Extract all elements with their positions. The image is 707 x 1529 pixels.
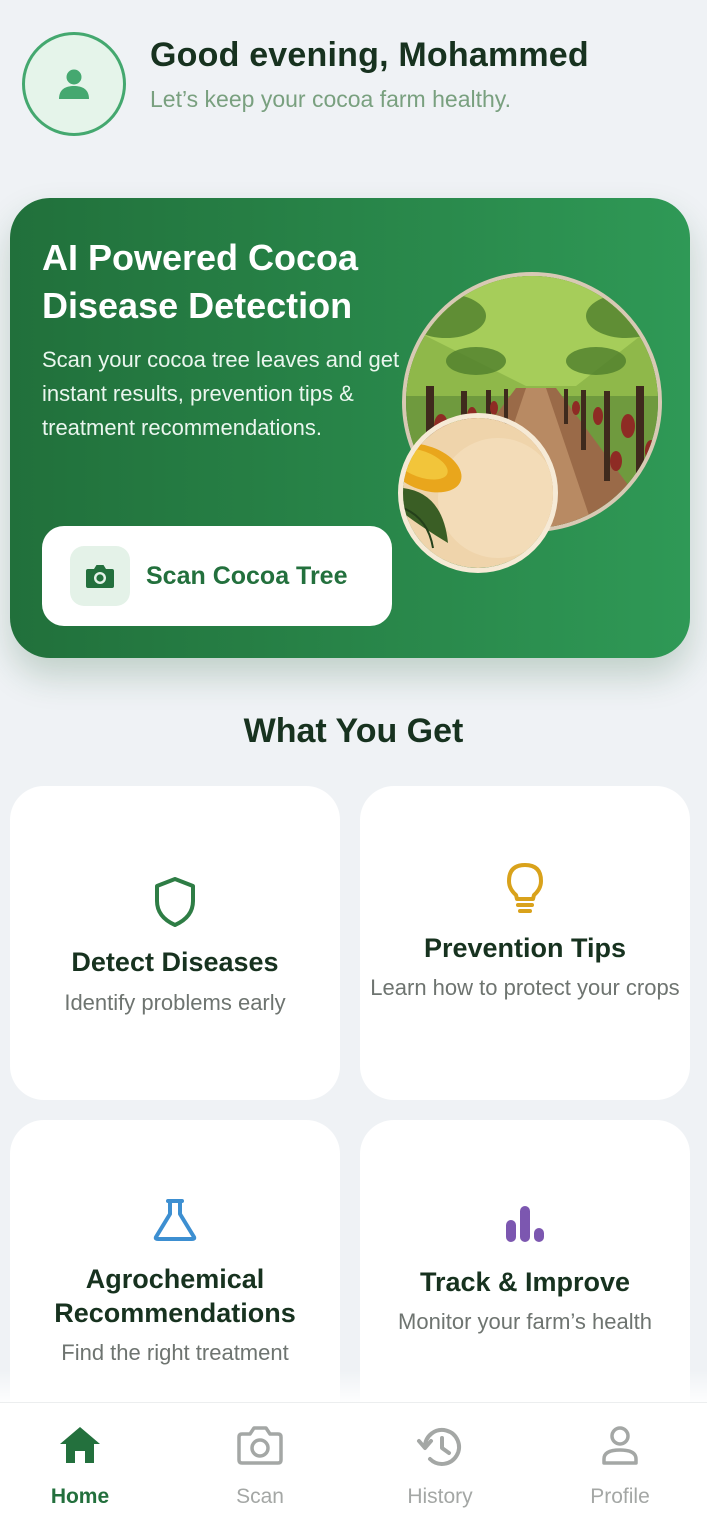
hero-title-line-1: AI Powered Cocoa bbox=[42, 237, 359, 278]
nav-item-scan[interactable]: Scan bbox=[172, 1403, 348, 1529]
scan-cocoa-tree-button[interactable]: Scan Cocoa Tree bbox=[42, 526, 392, 626]
user-icon bbox=[59, 69, 89, 99]
card-description: Find the right treatment bbox=[61, 1340, 289, 1365]
nav-label: Profile bbox=[590, 1485, 650, 1508]
profile-icon bbox=[602, 1426, 638, 1465]
feature-card-prevention-tips[interactable]: Prevention Tips Learn how to protect you… bbox=[360, 786, 690, 1100]
card-title: Detect Diseases bbox=[71, 947, 279, 977]
flask-icon bbox=[153, 1199, 197, 1241]
nav-item-profile[interactable]: Profile bbox=[532, 1403, 707, 1529]
hero-card: AI Powered Cocoa Disease Detection Scan … bbox=[10, 198, 690, 658]
nav-label: History bbox=[407, 1485, 473, 1508]
card-title: Track & Improve bbox=[419, 1267, 631, 1297]
greeting-header: Good evening, Mohammed Let’s keep your c… bbox=[0, 0, 707, 170]
home-icon bbox=[60, 1427, 100, 1463]
bottom-navigation: Home Scan History Profile bbox=[0, 1402, 707, 1529]
greeting-subtitle: Let’s keep your cocoa farm healthy. bbox=[150, 86, 511, 112]
nav-item-home[interactable]: Home bbox=[0, 1403, 168, 1529]
hero-title-line-2: Disease Detection bbox=[42, 285, 353, 326]
history-icon bbox=[417, 1427, 461, 1466]
scroll-fade bbox=[0, 1370, 707, 1402]
hero-description: Scan your cocoa tree leaves and get inst… bbox=[42, 347, 400, 440]
scan-button-icon-container bbox=[70, 546, 130, 606]
camera-icon bbox=[237, 1426, 283, 1465]
lightbulb-icon bbox=[507, 863, 543, 913]
greeting-title: Good evening, Mohammed bbox=[150, 36, 589, 74]
card-description: Learn how to protect your crops bbox=[370, 975, 680, 1000]
bar-chart-icon bbox=[506, 1206, 544, 1242]
nav-item-history[interactable]: History bbox=[352, 1403, 528, 1529]
card-title-line-1: Agrochemical bbox=[85, 1264, 265, 1294]
shield-icon bbox=[155, 877, 195, 927]
card-description: Identify problems early bbox=[64, 990, 286, 1015]
card-title: Agrochemical Recommendations bbox=[10, 1262, 340, 1330]
card-description: Monitor your farm’s health bbox=[398, 1309, 652, 1334]
nav-label: Home bbox=[50, 1485, 110, 1508]
card-title-line-2: Recommendations bbox=[54, 1298, 296, 1328]
hero-title: AI Powered Cocoa Disease Detection bbox=[42, 234, 422, 330]
cocoa-pod-image bbox=[398, 413, 558, 573]
card-title: Prevention Tips bbox=[423, 933, 627, 963]
section-title: What You Get bbox=[243, 712, 464, 750]
nav-label: Scan bbox=[236, 1485, 284, 1508]
feature-card-detect-diseases[interactable]: Detect Diseases Identify problems early bbox=[10, 786, 340, 1100]
camera-icon bbox=[86, 565, 114, 588]
avatar[interactable] bbox=[22, 32, 126, 136]
scan-button-label: Scan Cocoa Tree bbox=[146, 561, 348, 590]
